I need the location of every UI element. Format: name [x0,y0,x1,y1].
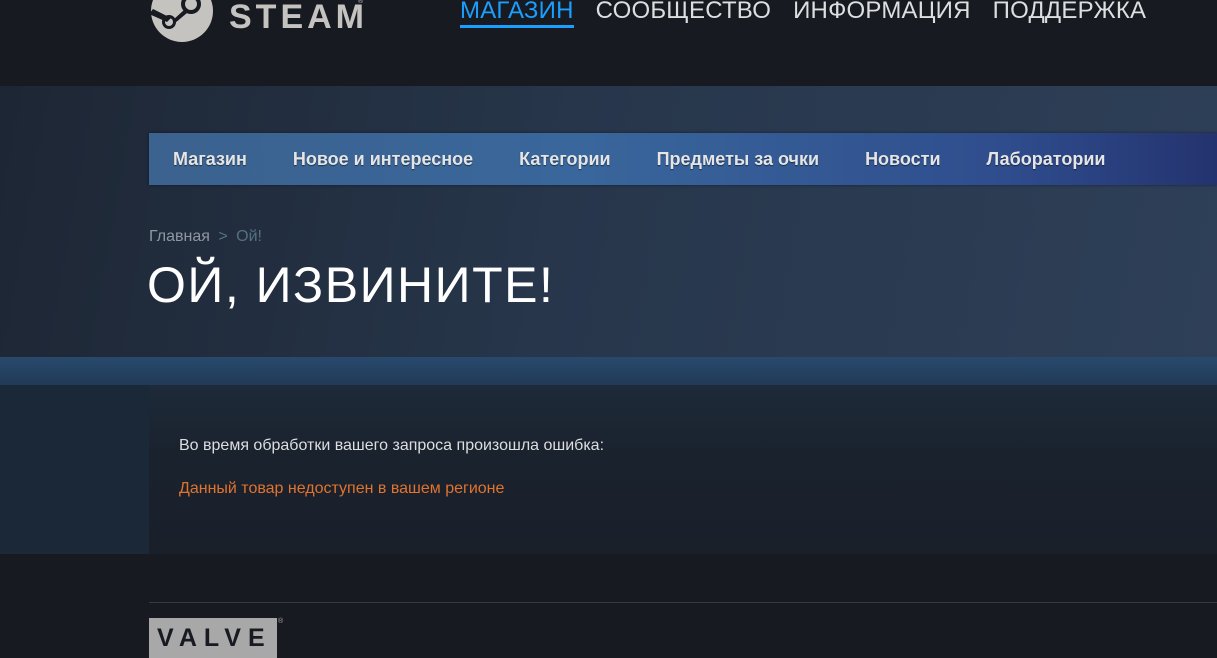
footer: VALVE ® [0,554,1217,658]
store-nav-tab-store[interactable]: Магазин [173,149,247,170]
main-nav-about[interactable]: ИНФОРМАЦИЯ [793,0,971,28]
error-message: Данный товар недоступен в вашем регионе [179,480,505,497]
error-box: Во время обработки вашего запроса произо… [149,385,1217,554]
valve-logo-registered-mark: ® [278,618,284,625]
breadcrumb: Главная > Ой! [149,228,262,246]
error-intro-text: Во время обработки вашего запроса произо… [179,437,605,454]
store-nav-tab-categories[interactable]: Категории [519,149,610,170]
content-top-band [0,357,1217,385]
page-title: ОЙ, ИЗВИНИТЕ! [147,257,555,313]
breadcrumb-separator: > [218,228,228,245]
breadcrumb-home-link[interactable]: Главная [149,228,210,245]
store-nav-tab-points-shop[interactable]: Предметы за очки [657,149,819,170]
steam-logo-registered-mark: ® [358,0,364,5]
main-nav-community[interactable]: СООБЩЕСТВО [596,0,771,28]
valve-logo[interactable]: VALVE [149,618,277,658]
main-nav-support[interactable]: ПОДДЕРЖКА [993,0,1147,28]
global-header: STEAM ® МАГАЗИН СООБЩЕСТВО ИНФОРМАЦИЯ ПО… [0,0,1217,86]
steam-logo-icon [149,0,213,42]
main-nav-store[interactable]: МАГАЗИН [460,0,574,28]
store-nav-tab-labs[interactable]: Лаборатории [987,149,1106,170]
footer-divider [149,602,1217,603]
breadcrumb-current: Ой! [236,228,262,245]
store-nav: Магазин Новое и интересное Категории Пре… [149,133,1217,185]
steam-logo[interactable]: STEAM [149,0,368,42]
store-nav-tab-new-noteworthy[interactable]: Новое и интересное [293,149,473,170]
steam-logo-text: STEAM [229,0,368,36]
store-nav-tab-news[interactable]: Новости [865,149,940,170]
main-nav: МАГАЗИН СООБЩЕСТВО ИНФОРМАЦИЯ ПОДДЕРЖКА [460,0,1146,28]
